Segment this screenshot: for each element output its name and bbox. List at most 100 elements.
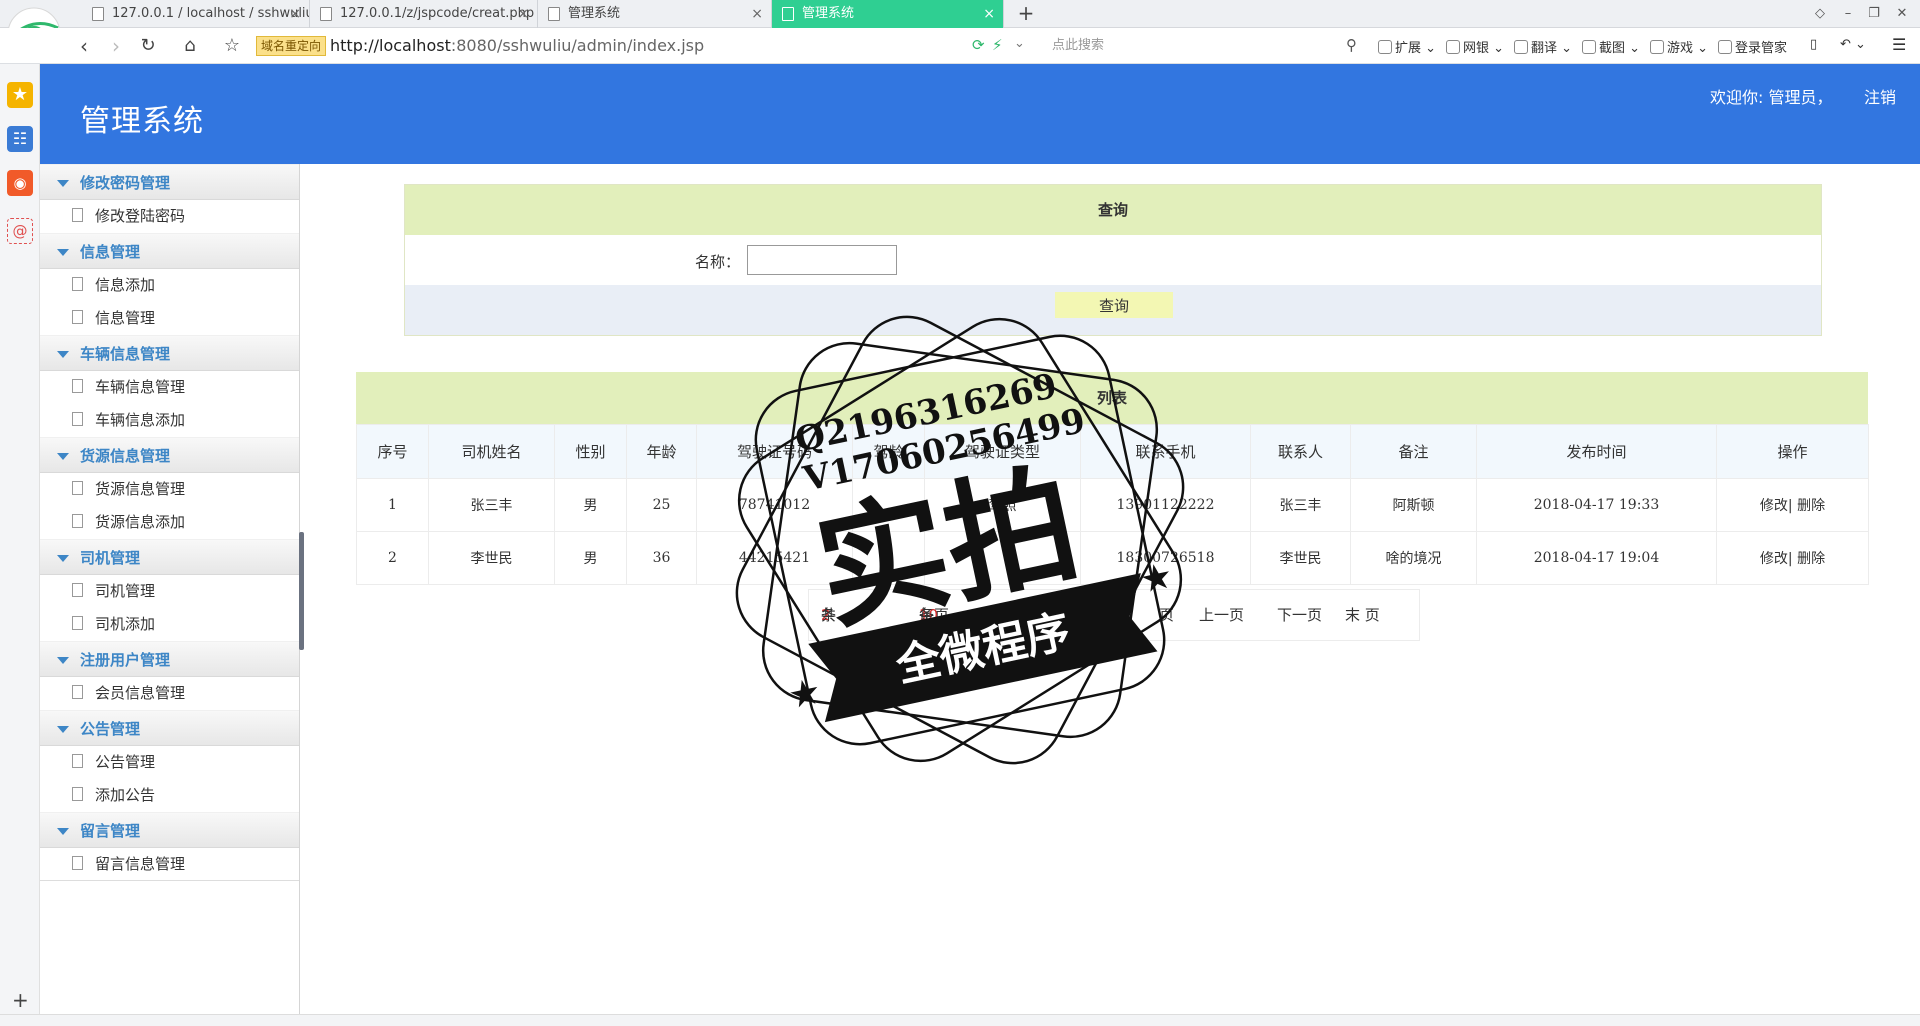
minimize-icon[interactable]: – [1838,4,1858,24]
cell-remark: 阿斯顿 [1350,478,1477,532]
search-icon[interactable]: ⚲ [1346,36,1357,54]
add-sidebar-icon[interactable]: + [12,988,29,1012]
tool-games[interactable]: 游戏 ⌄ [1650,37,1708,56]
menu-group-driver[interactable]: 司机管理 [40,539,299,575]
speed-mode-icon[interactable]: ⚡ [992,36,1003,54]
col-index: 序号 [356,424,429,479]
weibo-icon[interactable]: ◉ [7,170,33,196]
next-page-link[interactable]: 下一页 [1277,590,1322,640]
list-header: 列表 [356,372,1868,424]
browser-tab-bar: 127.0.0.1 / localhost / sshwuliu × 127.0… [0,0,1920,28]
refresh-icon[interactable]: ↻ [136,34,160,58]
menu-item-message-manage[interactable]: 留言信息管理 [40,848,299,881]
translate-icon [1514,40,1528,54]
url-field[interactable]: http://localhost:8080/sshwuliu/admin/ind… [330,36,704,56]
cell-license-type [924,531,1081,585]
last-page-link[interactable]: 末 页 [1345,590,1380,640]
menu-group-vehicle[interactable]: 车辆信息管理 [40,335,299,371]
document-icon [72,208,83,222]
menu-group-users[interactable]: 注册用户管理 [40,641,299,677]
prev-page-link[interactable]: 上一页 [1199,590,1244,640]
key-icon [1718,40,1732,54]
col-publish-time: 发布时间 [1476,424,1717,479]
menu-item-driver-add[interactable]: 司机添加 [40,608,299,641]
query-header: 查询 [405,185,1821,235]
menu-item-member-manage[interactable]: 会员信息管理 [40,677,299,710]
main-content: 查询 名称： 查询 列表 序号 司机姓名 性别 年龄 驾驶证号码 驾龄 驾驶证类… [300,164,1920,1014]
security-icon[interactable]: ⟳ [972,36,985,54]
tool-screenshot[interactable]: 截图 ⌄ [1582,37,1640,56]
first-page-link[interactable]: 页 [1159,590,1174,640]
cell-driver-name: 李世民 [428,531,555,585]
tab-phpmyadmin[interactable]: 127.0.0.1 / localhost / sshwuliu × [82,0,310,28]
back-icon[interactable]: ‹ [72,34,96,58]
query-button[interactable]: 查询 [1055,292,1173,318]
close-icon[interactable]: × [289,0,301,28]
redirect-badge[interactable]: 域名重定向 [256,36,327,56]
menu-item-info-manage[interactable]: 信息管理 [40,302,299,335]
tab-creat-php[interactable]: 127.0.0.1/z/jspcode/creat.php × [310,0,538,28]
undo-icon[interactable]: ↶ ⌄ [1840,37,1866,52]
bank-icon [1446,40,1460,54]
logout-link[interactable]: 注销 [1864,84,1896,108]
menu-item-change-password[interactable]: 修改登陆密码 [40,200,299,233]
reading-mode-icon[interactable]: ▯ [1810,37,1817,52]
menu-group-info[interactable]: 信息管理 [40,233,299,269]
window-close-icon[interactable]: ✕ [1892,4,1912,24]
tool-login-manager[interactable]: 登录管家 [1718,37,1787,56]
name-input[interactable] [747,245,897,275]
forward-icon[interactable]: › [104,34,128,58]
menu-group-cargo[interactable]: 货源信息管理 [40,437,299,473]
cell-index: 2 [356,531,429,585]
menu-item-vehicle-manage[interactable]: 车辆信息管理 [40,371,299,404]
app-sidebar-menu: 修改密码管理 修改登陆密码 信息管理 信息添加 信息管理 车辆信息管理 车辆信息… [40,164,300,1014]
tab-admin-system-active[interactable]: 管理系统 × [772,0,1004,28]
cell-contact: 张三丰 [1250,478,1351,532]
menu-icon[interactable]: ☰ [1892,35,1906,54]
menu-item-cargo-add[interactable]: 货源信息添加 [40,506,299,539]
delete-link[interactable]: 删除 [1797,498,1825,514]
reading-list-icon[interactable]: ☷ [7,126,33,152]
restore-icon[interactable]: ❐ [1864,4,1884,24]
menu-item-vehicle-add[interactable]: 车辆信息添加 [40,404,299,437]
close-icon[interactable]: × [751,0,763,28]
tab-title: 管理系统 [802,6,855,21]
tool-translate[interactable]: 翻译 ⌄ [1514,37,1572,56]
mail-icon[interactable]: @ [7,218,33,244]
new-tab-button[interactable]: + [1012,0,1040,28]
address-toolbar: ‹ › ↻ ⌂ ☆ 域名重定向 http://localhost:8080/ss… [0,28,1920,64]
tool-extensions[interactable]: 扩展 ⌄ [1378,37,1436,56]
menu-item-notice-add[interactable]: 添加公告 [40,779,299,812]
chevron-down-icon[interactable]: ⌄ [1014,36,1025,51]
menu-group-password[interactable]: 修改密码管理 [40,164,299,200]
skin-icon[interactable]: ◇ [1810,4,1830,24]
table-row: 2 李世民 男 36 44215421 8 18300726518 李世民 啥的… [356,531,1869,585]
tool-bank[interactable]: 网银 ⌄ [1446,37,1504,56]
cell-contact: 李世民 [1250,531,1351,585]
menu-item-driver-manage[interactable]: 司机管理 [40,575,299,608]
edit-link[interactable]: 修改 [1760,498,1788,514]
close-icon[interactable]: × [983,0,995,28]
delete-link[interactable]: 删除 [1797,551,1825,567]
menu-item-notice-manage[interactable]: 公告管理 [40,746,299,779]
menu-item-info-add[interactable]: 信息添加 [40,269,299,302]
list-panel: 列表 序号 司机姓名 性别 年龄 驾驶证号码 驾龄 驾驶证类型 联系手机 联系人 [356,372,1869,585]
cell-phone: 13901122222 [1080,478,1251,532]
col-remark: 备注 [1350,424,1477,479]
home-icon[interactable]: ⌂ [178,34,202,58]
cell-actions: 修改| 删除 [1716,478,1869,532]
edit-link[interactable]: 修改 [1760,551,1788,567]
favorite-star-icon[interactable]: ☆ [220,34,244,58]
menu-item-cargo-manage[interactable]: 货源信息管理 [40,473,299,506]
cell-gender: 男 [554,531,627,585]
app-header: 管理系统 欢迎你: 管理员， 注销 [40,64,1920,164]
screenshot-icon [1582,40,1596,54]
search-input[interactable]: 点此搜索 [1030,34,1366,58]
cell-driving-years: 8 [852,531,925,585]
menu-group-notice[interactable]: 公告管理 [40,710,299,746]
tab-admin-system-1[interactable]: 管理系统 × [538,0,772,28]
favorites-star-icon[interactable]: ★ [7,82,33,108]
close-icon[interactable]: × [517,0,529,28]
document-icon [72,583,83,597]
menu-group-messages[interactable]: 留言管理 [40,812,299,848]
